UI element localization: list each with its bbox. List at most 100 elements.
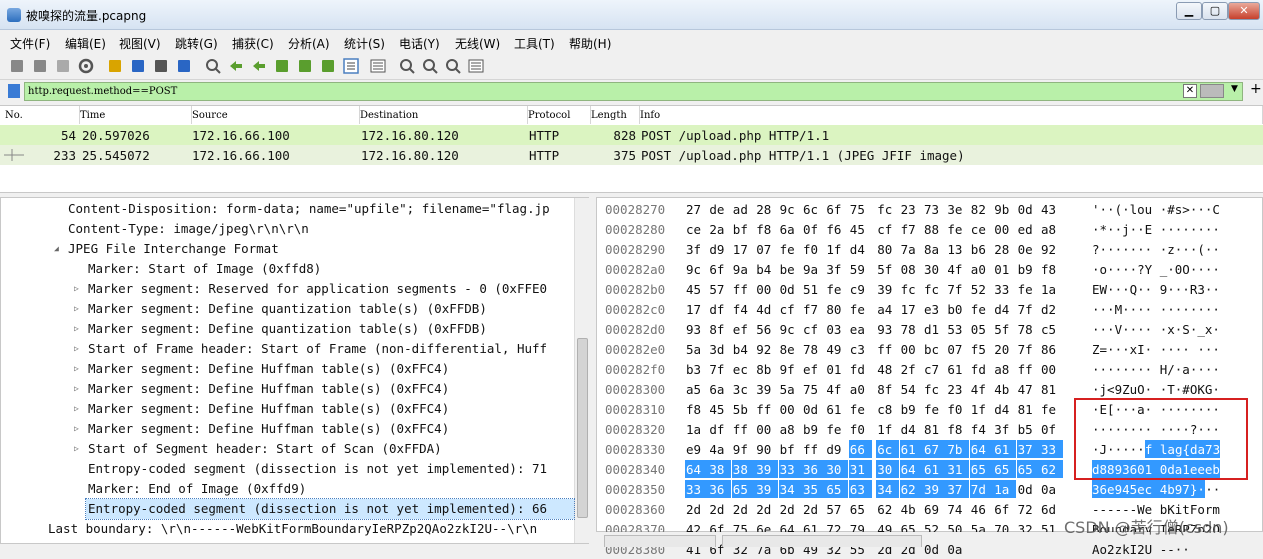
hex-byte[interactable]: 17 [685, 300, 708, 318]
ascii-dump[interactable]: ···V···· ·x·S·_x· [1092, 320, 1220, 338]
hex-byte[interactable]: 45 [685, 280, 708, 298]
hex-byte[interactable]: bf [732, 220, 755, 238]
detail-row[interactable]: ▷ Marker segment: Define Huffman table(s)… [1, 399, 573, 419]
reload-icon[interactable] [175, 57, 193, 75]
hex-byte[interactable]: 3d [708, 340, 731, 358]
detail-row[interactable]: ▷ Marker segment: Define quantization tab… [1, 319, 573, 339]
hex-byte[interactable]: b4 [732, 340, 755, 358]
stop-icon[interactable] [31, 57, 49, 75]
hex-byte[interactable]: 49 [825, 340, 848, 358]
back-arrow-icon[interactable] [227, 57, 245, 75]
hex-byte[interactable]: 39 [755, 460, 779, 478]
hex-byte[interactable]: e9 [685, 440, 708, 458]
hex-byte[interactable]: 64 [899, 460, 923, 478]
hex-byte[interactable]: 39 [923, 480, 946, 498]
clear-filter-icon[interactable]: ✕ [1183, 84, 1197, 98]
hex-byte[interactable]: 65 [1016, 460, 1040, 478]
hex-byte[interactable]: 17 [732, 240, 755, 258]
hex-byte[interactable]: 93 [876, 320, 899, 338]
column-header-3[interactable]: Destination [360, 106, 528, 124]
hex-byte[interactable]: ec [732, 360, 755, 378]
hex-byte[interactable]: 81 [923, 420, 946, 438]
hex-byte[interactable]: 3f [825, 260, 848, 278]
column-header-0[interactable]: No. [5, 106, 80, 124]
hex-byte[interactable]: 3c [732, 380, 755, 398]
hex-byte[interactable]: 17 [900, 300, 923, 318]
hex-byte[interactable]: f8 [685, 400, 708, 418]
column-header-1[interactable]: Time [80, 106, 192, 124]
hex-byte[interactable]: fc [923, 280, 946, 298]
hex-byte[interactable]: 66 [848, 440, 872, 458]
maximize-button[interactable]: ▢ [1202, 2, 1228, 20]
hex-byte[interactable]: 51 [802, 280, 825, 298]
detail-row[interactable]: ▷ Start of Frame header: Start of Frame (… [1, 339, 573, 359]
hex-byte[interactable]: fe [849, 400, 872, 418]
hex-byte[interactable]: 7b [946, 440, 970, 458]
hex-byte[interactable]: 5b [732, 400, 755, 418]
hex-byte[interactable]: 4b [900, 500, 923, 518]
hex-byte[interactable]: 38 [708, 460, 732, 478]
hex-byte[interactable]: b3 [685, 360, 708, 378]
hex-byte[interactable]: 63 [848, 480, 872, 498]
hex-byte[interactable]: 00 [1040, 360, 1063, 378]
hex-byte[interactable]: 65 [993, 460, 1017, 478]
detail-row[interactable]: Last boundary: \r\n------WebKitFormBound… [1, 519, 573, 539]
ascii-dump[interactable]: ·o····?Y _·0O···· [1092, 260, 1220, 278]
hex-byte[interactable]: 00 [993, 220, 1016, 238]
hex-byte[interactable]: 35 [802, 480, 825, 498]
hex-byte[interactable]: 62 [899, 480, 923, 498]
hex-byte[interactable]: 2d [755, 500, 778, 518]
hex-byte[interactable]: 67 [923, 440, 946, 458]
hex-byte[interactable]: 61 [825, 400, 848, 418]
hex-byte[interactable]: fd [970, 360, 993, 378]
hex-byte[interactable]: 64 [969, 440, 993, 458]
hex-byte[interactable]: 9b [993, 200, 1016, 218]
hex-byte[interactable]: 6a [708, 380, 731, 398]
zoom-in-icon[interactable] [398, 57, 416, 75]
hex-byte[interactable]: 65 [969, 460, 993, 478]
hex-byte[interactable]: 61 [946, 360, 969, 378]
close-window-button[interactable]: ✕ [1228, 2, 1260, 20]
hex-byte[interactable]: bc [923, 340, 946, 358]
hex-byte[interactable]: 5a [779, 380, 802, 398]
hex-byte[interactable]: ed [1017, 220, 1040, 238]
detail-row[interactable]: Entropy-coded segment (dissection is not… [1, 459, 573, 479]
ascii-dump[interactable]: ·j<9ZuO· ·T·#OKG· [1092, 380, 1220, 398]
ascii-dump[interactable]: Z=···xI· ···· ··· [1092, 340, 1220, 358]
hex-byte[interactable]: 34 [876, 480, 900, 498]
hex-byte[interactable]: 74 [946, 500, 969, 518]
detail-row[interactable]: Entropy-coded segment (dissection is not… [85, 498, 575, 520]
first-packet-icon[interactable] [296, 57, 314, 75]
hex-byte[interactable]: 92 [755, 340, 778, 358]
ascii-dump[interactable]: ·· [1205, 480, 1220, 498]
hex-byte[interactable]: ad [732, 200, 755, 218]
hex-byte[interactable]: fd [849, 360, 872, 378]
hex-byte[interactable]: fe [970, 300, 993, 318]
hex-byte[interactable]: b0 [946, 300, 969, 318]
hex-byte[interactable]: 65 [825, 480, 849, 498]
restart-icon[interactable] [54, 57, 72, 75]
hex-byte[interactable]: de [708, 200, 731, 218]
zoom-normal-icon[interactable] [444, 57, 462, 75]
hex-byte[interactable]: 6c [876, 440, 900, 458]
hex-byte[interactable]: ff [732, 280, 755, 298]
hex-byte[interactable]: 6a [779, 220, 802, 238]
hex-byte[interactable]: f4 [970, 420, 993, 438]
hex-byte[interactable]: d9 [825, 440, 848, 458]
hex-byte[interactable]: f4 [732, 300, 755, 318]
hex-byte[interactable]: 2a [708, 220, 731, 238]
hex-byte[interactable]: 5a [685, 340, 708, 358]
hex-byte[interactable]: 3f [993, 420, 1016, 438]
hex-byte[interactable]: f8 [755, 220, 778, 238]
tree-collapsed-arrow-icon[interactable]: ▷ [74, 364, 79, 373]
detail-row[interactable]: Marker: Start of Image (0xffd8) [1, 259, 573, 279]
detail-row[interactable]: ▷ Start of Segment header: Start of Scan … [1, 439, 573, 459]
hex-byte[interactable]: 4f [825, 380, 848, 398]
hex-byte[interactable]: fe [779, 240, 802, 258]
hex-byte[interactable]: 2d [708, 500, 731, 518]
details-scrollbar[interactable] [574, 198, 589, 543]
hex-byte[interactable]: b9 [802, 420, 825, 438]
ascii-dump[interactable]: ·*··j··E ········ [1092, 220, 1220, 238]
hex-byte[interactable]: 1a [993, 480, 1017, 498]
detail-row[interactable]: ▷ Marker segment: Define Huffman table(s)… [1, 419, 573, 439]
